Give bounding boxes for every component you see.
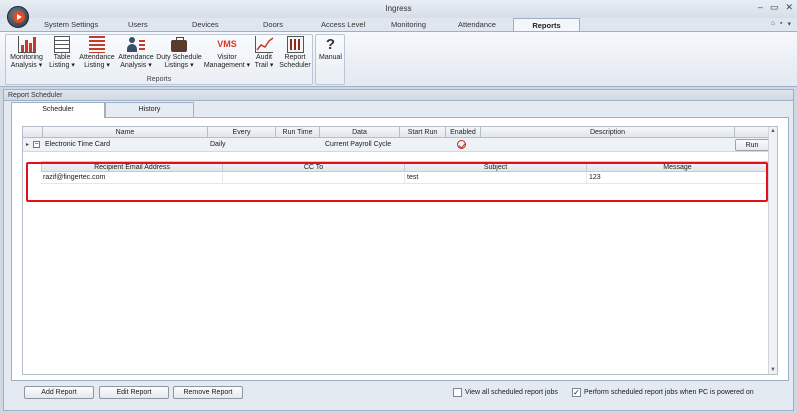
ribbon-group-label: Reports (146, 76, 172, 83)
add-report-button[interactable]: Add Report (24, 386, 94, 399)
title-bar: Ingress – ▭ ✕ (0, 0, 797, 18)
grid-header-indicator (23, 127, 43, 138)
column-header-run-time[interactable]: Run Time (276, 127, 320, 138)
manual-group: ? Manual (315, 34, 345, 85)
cell-cc-to[interactable] (223, 173, 405, 184)
footer-bar: Add Report Edit Report Remove Report Vie… (4, 381, 793, 411)
tab-users[interactable]: Users (128, 20, 148, 29)
home-icon[interactable]: ⌂ (771, 20, 775, 28)
column-header-message[interactable]: Message (587, 161, 769, 172)
scheduler-icon (286, 36, 304, 53)
column-header-name[interactable]: Name (43, 127, 208, 138)
tab-access-level[interactable]: Access Level (321, 20, 365, 29)
column-header-enabled[interactable]: Enabled (446, 127, 481, 138)
tab-doors[interactable]: Doors (263, 20, 283, 29)
style-icon[interactable]: ▪ (780, 20, 782, 28)
audit-trail-button[interactable]: Audit Trail ▾ (252, 36, 276, 74)
window-controls: – ▭ ✕ (758, 2, 793, 13)
cell-subject[interactable]: test (405, 173, 587, 184)
remove-report-button[interactable]: Remove Report (173, 386, 243, 399)
report-scheduler-button[interactable]: Report Scheduler (277, 36, 313, 74)
briefcase-icon (170, 36, 188, 53)
tab-scheduler[interactable]: Scheduler (11, 102, 105, 118)
window-title: Ingress (385, 4, 412, 13)
column-header-every[interactable]: Every (208, 127, 276, 138)
maximize-button[interactable]: ▭ (770, 2, 779, 13)
column-header-data[interactable]: Data (320, 127, 400, 138)
cell-data: Current Payroll Cycle (325, 141, 392, 148)
collapse-icon[interactable]: − (33, 141, 40, 148)
reports-group: Monitoring Analysis ▾ Table Listing ▾ At… (5, 34, 313, 85)
table-icon (54, 36, 70, 53)
monitoring-analysis-button[interactable]: Monitoring Analysis ▾ (7, 36, 46, 74)
edit-report-button[interactable]: Edit Report (99, 386, 169, 399)
close-button[interactable]: ✕ (785, 2, 793, 13)
view-all-jobs-label: View all scheduled report jobs (465, 389, 558, 396)
monitoring-chart-icon (17, 36, 36, 53)
column-header-subject[interactable]: Subject (405, 161, 587, 172)
cell-recipient-email[interactable]: razif@fingertec.com (41, 173, 223, 184)
cell-message[interactable]: 123 (587, 173, 769, 184)
report-scheduler-panel: Report Scheduler Scheduler History Name … (3, 89, 794, 411)
menu-tabs: System Settings Users Devices Doors Acce… (0, 18, 797, 31)
manual-button[interactable]: ? Manual (317, 36, 344, 74)
row-detail: Recipient Email Address CC To Subject Me… (23, 152, 769, 375)
tab-system-settings[interactable]: System Settings (44, 20, 98, 29)
person-analysis-icon (127, 36, 145, 53)
table-row[interactable]: ▸ − Electronic Time Card Daily Current P… (23, 138, 769, 152)
recipients-grid: Recipient Email Address CC To Subject Me… (41, 161, 769, 184)
chevron-down-icon[interactable]: ▾ (787, 20, 791, 28)
ribbon: Monitoring Analysis ▾ Table Listing ▾ At… (0, 31, 797, 87)
tab-history[interactable]: History (105, 102, 194, 117)
vms-icon: VMS (217, 39, 237, 49)
tab-attendance[interactable]: Attendance (458, 20, 496, 29)
tab-devices[interactable]: Devices (192, 20, 219, 29)
column-header-cc-to[interactable]: CC To (223, 161, 405, 172)
visitor-management-button[interactable]: VMS Visitor Management ▾ (203, 36, 251, 74)
trend-chart-icon (255, 36, 274, 53)
column-header-description[interactable]: Description (481, 127, 735, 138)
cell-every: Daily (210, 141, 226, 148)
column-header-action (735, 127, 769, 138)
perform-when-on-label: Perform scheduled report jobs when PC is… (584, 389, 754, 396)
attendance-listing-button[interactable]: Attendance Listing ▾ (78, 36, 116, 74)
ribbon-options: ⌂ ▪ ▾ (771, 20, 791, 28)
tab-reports[interactable]: Reports (513, 18, 580, 31)
panel-title: Report Scheduler (4, 90, 793, 101)
tab-monitoring[interactable]: Monitoring (391, 20, 426, 29)
cell-name: Electronic Time Card (45, 141, 110, 148)
list-icon (89, 36, 105, 53)
duty-schedule-listings-button[interactable]: Duty Schedule Listings ▾ (156, 36, 202, 74)
attendance-analysis-button[interactable]: Attendance Analysis ▾ (117, 36, 155, 74)
column-header-recipient-email[interactable]: Recipient Email Address (41, 161, 223, 172)
column-header-start-run[interactable]: Start Run (400, 127, 446, 138)
table-listing-button[interactable]: Table Listing ▾ (47, 36, 77, 74)
vertical-scrollbar[interactable]: ▲ ▼ (768, 127, 777, 374)
run-button[interactable]: Run (735, 139, 769, 151)
scroll-down-icon[interactable]: ▼ (770, 367, 776, 373)
scheduler-content: Name Every Run Time Data Start Run Enabl… (11, 117, 789, 381)
enabled-check-icon[interactable] (457, 140, 466, 149)
help-icon: ? (325, 36, 336, 53)
schedule-grid: Name Every Run Time Data Start Run Enabl… (22, 126, 778, 375)
minimize-button[interactable]: – (758, 2, 763, 13)
scroll-up-icon[interactable]: ▲ (770, 128, 776, 134)
row-indicator-icon: ▸ (26, 142, 30, 148)
app-menu-orb-icon[interactable] (7, 6, 29, 28)
perform-when-on-checkbox[interactable]: ✓ (572, 388, 581, 397)
view-all-jobs-checkbox[interactable] (453, 388, 462, 397)
